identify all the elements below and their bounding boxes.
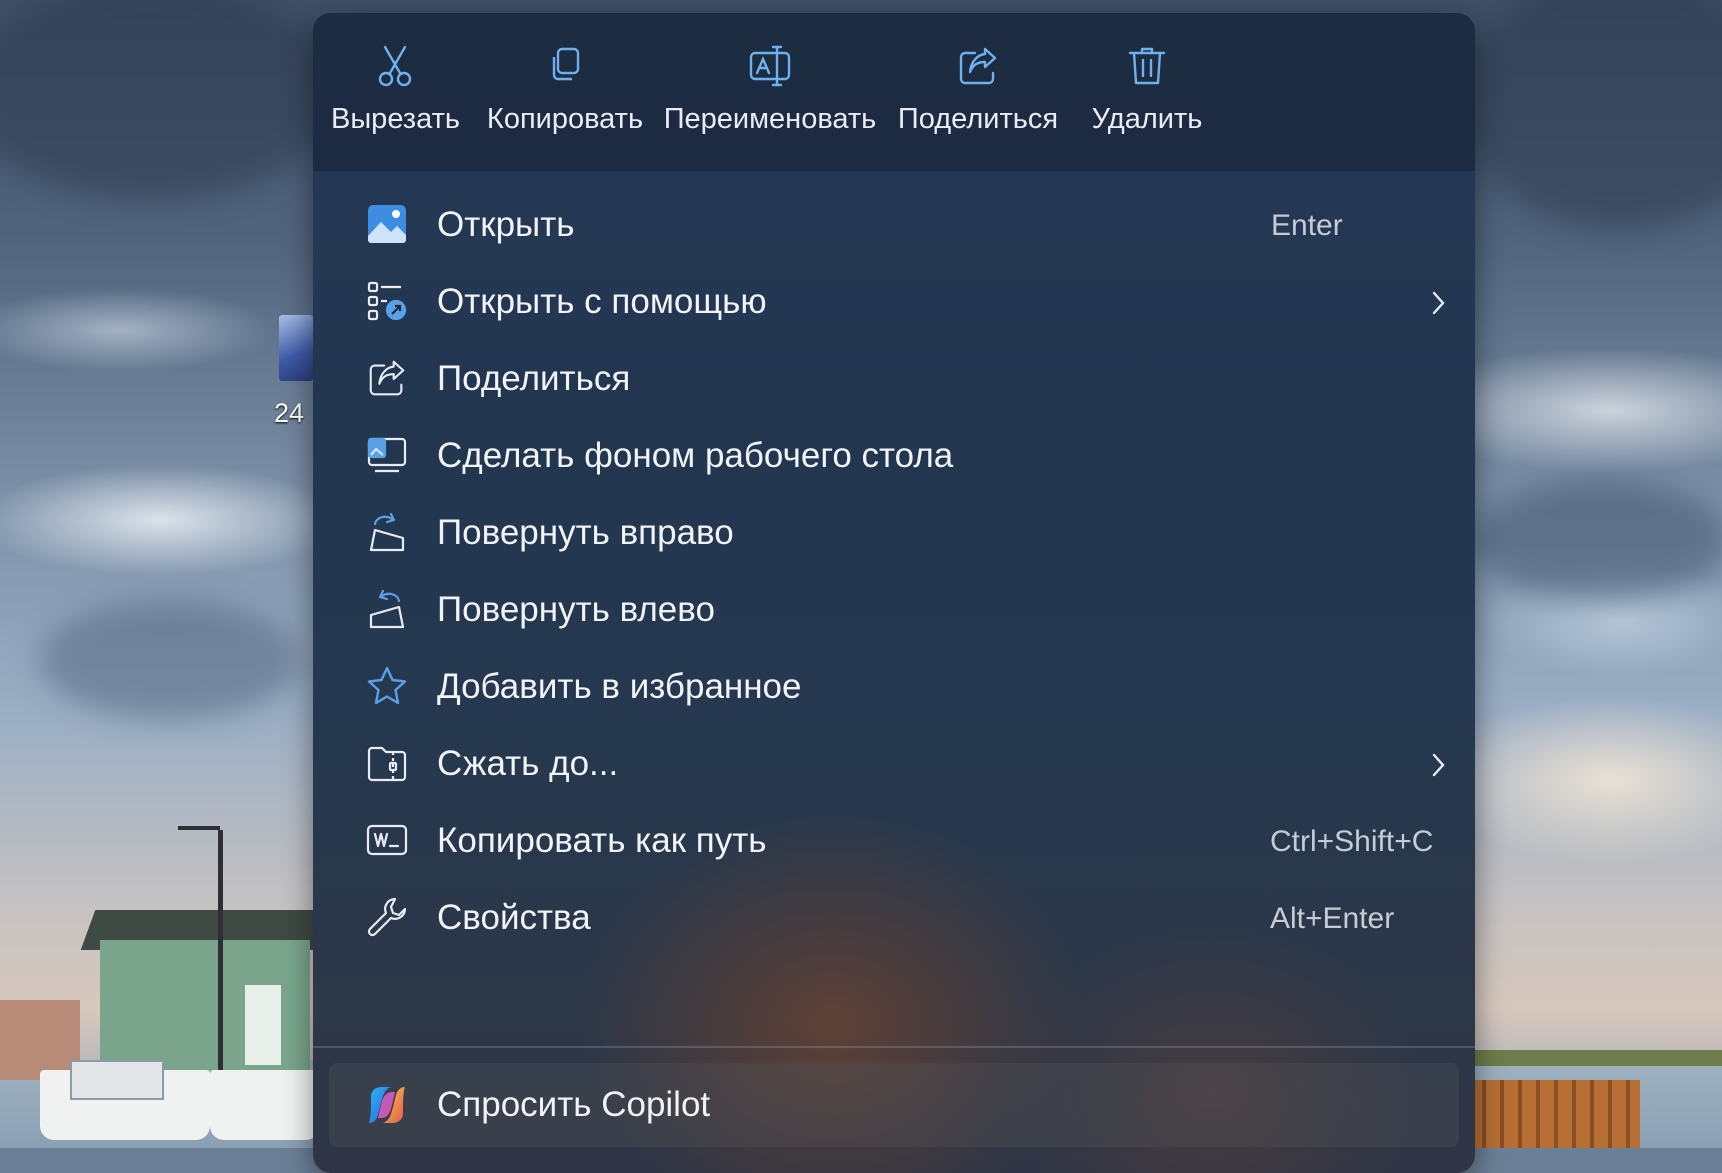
image-open-icon [365,202,409,246]
rename-button[interactable]: Переименовать [655,43,885,163]
set-wallpaper-icon [365,433,409,477]
menu-item-open-with[interactable]: Открыть с помощью [329,262,1459,340]
share-button[interactable]: Поделиться [893,43,1063,163]
menu-item-copy-path[interactable]: Копировать как путь Ctrl+Shift+C [329,801,1459,879]
delete-button[interactable]: Удалить [1077,43,1217,163]
share-icon [365,356,409,400]
menu-item-add-favorites[interactable]: Добавить в избранное [329,647,1459,725]
menu-item-share[interactable]: Поделиться [329,339,1459,417]
desktop-file-icon[interactable] [279,315,313,381]
menu-item-label: Поделиться [437,359,631,398]
menu-item-open[interactable]: Открыть Enter [329,185,1459,263]
shortcut-text: Alt+Enter [1270,902,1395,935]
shortcut-text: Enter [1271,209,1343,242]
menu-item-label: Добавить в избранное [437,667,802,706]
menu-item-set-wallpaper[interactable]: Сделать фоном рабочего стола [329,416,1459,494]
quick-actions-bar: Вырезать Копировать Переименовать Подели… [313,13,1475,171]
menu-item-properties[interactable]: Свойства Alt+Enter [329,878,1459,956]
desktop-file-label: 24 [274,398,305,428]
star-icon [365,664,409,708]
context-menu: Вырезать Копировать Переименовать Подели… [313,13,1475,1173]
delete-label: Удалить [1091,103,1203,135]
rotate-left-icon [365,587,409,631]
menu-item-label: Открыть [437,205,575,244]
cut-button[interactable]: Вырезать [331,43,460,163]
share-label: Поделиться [897,103,1059,135]
copilot-icon [365,1083,409,1127]
rotate-right-icon [365,510,409,554]
menu-divider [313,1046,1475,1048]
scissors-icon [372,43,418,89]
menu-item-label: Открыть с помощью [437,282,767,321]
copy-label: Копировать [486,103,644,135]
menu-item-label: Свойства [437,898,591,937]
copy-path-icon [365,818,409,862]
chevron-right-icon [1427,750,1449,780]
cut-label: Вырезать [331,103,460,135]
menu-item-label: Сжать до... [437,744,619,783]
menu-item-rotate-right[interactable]: Повернуть вправо [329,493,1459,571]
zip-folder-icon [365,741,409,785]
menu-item-label: Повернуть влево [437,590,715,629]
menu-item-ask-copilot[interactable]: Спросить Copilot [329,1063,1459,1147]
share-icon [955,43,1001,89]
copy-icon [542,43,588,89]
menu-item-label: Сделать фоном рабочего стола [437,436,954,475]
wrench-icon [365,895,409,939]
shortcut-text: Ctrl+Shift+C [1270,825,1434,858]
rename-icon [747,43,793,89]
menu-item-rotate-left[interactable]: Повернуть влево [329,570,1459,648]
trash-icon [1124,43,1170,89]
chevron-right-icon [1427,288,1449,318]
rename-label: Переименовать [663,103,877,135]
open-with-icon [365,279,409,323]
menu-item-compress[interactable]: Сжать до... [329,724,1459,802]
copy-button[interactable]: Копировать [481,43,649,163]
menu-item-label: Копировать как путь [437,821,767,860]
menu-item-label: Спросить Copilot [437,1085,711,1124]
menu-item-label: Повернуть вправо [437,513,734,552]
